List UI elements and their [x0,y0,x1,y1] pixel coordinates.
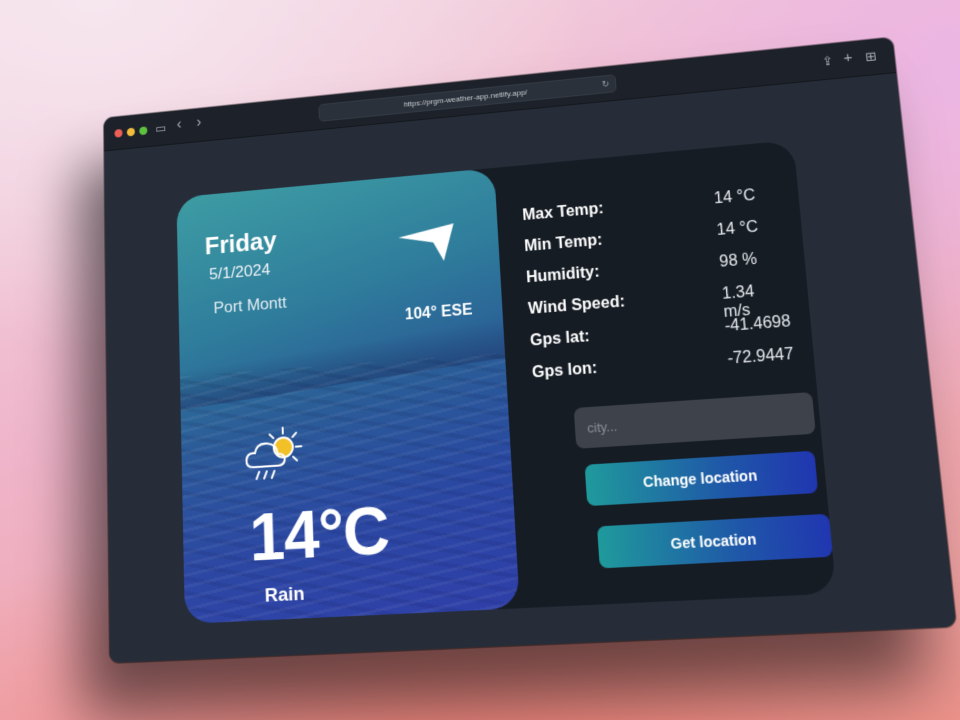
forward-icon[interactable]: › [196,114,201,131]
tab-overview-icon[interactable]: ⊞ [864,48,877,67]
change-location-button[interactable]: Change location [584,450,819,507]
weekday-label: Friday [204,225,278,261]
zoom-window-button[interactable] [139,126,148,136]
scene: ▭ ‹ › https://prgm-weather-app.netlify.a… [0,0,960,720]
get-location-button[interactable]: Get location [596,513,833,569]
weather-card: Friday 5/1/2024 Port Montt 104° ESE 14°C… [176,140,837,624]
sun-cloud-rain-icon [243,422,306,483]
stat-value: 14 °C [713,187,756,208]
stat-value: 98 % [718,250,758,271]
wind-arrow-icon [397,223,456,265]
address-url: https://prgm-weather-app.netlify.app/ [403,87,528,109]
stat-value: 14 °C [715,218,759,239]
weather-condition: Rain [264,583,306,607]
city-search-input[interactable] [573,392,816,449]
background-sea [179,352,520,624]
weather-hero-panel: Friday 5/1/2024 Port Montt 104° ESE 14°C… [176,167,520,624]
stat-value: -41.4698 [724,313,792,336]
stat-value: -72.9447 [726,345,795,368]
date-label: 5/1/2024 [208,260,271,284]
stat-label: Gps lon: [531,359,598,382]
stat-label: Max Temp: [521,200,605,225]
minimize-window-button[interactable] [126,127,135,137]
page-content: Friday 5/1/2024 Port Montt 104° ESE 14°C… [104,73,957,663]
back-icon[interactable]: ‹ [177,117,182,134]
share-icon[interactable]: ⇪ [821,52,834,70]
wind-direction-label: 104° ESE [404,301,473,324]
sidebar-toggle-icon[interactable]: ▭ [155,120,166,137]
new-tab-icon[interactable]: + [843,49,854,67]
stat-label: Gps lat: [529,328,591,350]
reload-icon[interactable]: ↻ [601,76,610,93]
close-window-button[interactable] [114,128,123,138]
stats-list: Max Temp: 14 °C Min Temp: 14 °C Humidity… [521,185,795,396]
city-label: Port Montt [213,293,287,318]
browser-window: ▭ ‹ › https://prgm-weather-app.netlify.a… [103,37,957,663]
current-temperature: 14°C [248,492,391,575]
